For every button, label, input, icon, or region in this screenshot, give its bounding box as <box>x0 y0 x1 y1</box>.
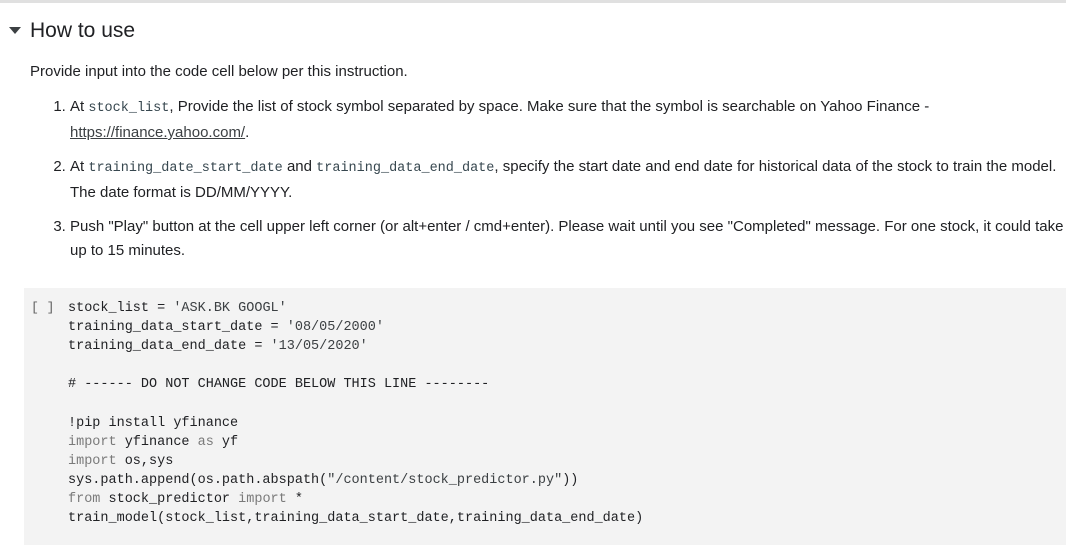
list-item: At stock_list, Provide the list of stock… <box>70 95 1066 145</box>
code-string: '13/05/2020' <box>270 339 368 355</box>
code-string: "/content/stock_predictor.py" <box>327 472 563 488</box>
code-line: * <box>286 491 303 507</box>
code-keyword: as <box>197 434 214 450</box>
code-line: )) <box>562 472 579 488</box>
step3-text: Push "Play" button at the cell upper lef… <box>70 218 1064 259</box>
code-line: yfinance <box>116 434 198 450</box>
inline-code-stock-list: stock_list <box>88 101 170 116</box>
code-keyword: from <box>68 491 101 507</box>
list-item: Push "Play" button at the cell upper lef… <box>70 215 1066 263</box>
caret-down-icon[interactable] <box>6 22 24 40</box>
code-comment: # ------ DO NOT CHANGE CODE BELOW THIS L… <box>68 377 490 393</box>
code-line: sys.path.append(os.path.abspath( <box>68 472 328 488</box>
code-keyword: import <box>68 434 117 450</box>
code-line: os,sys <box>116 453 174 469</box>
code-editor[interactable]: stock_list = 'ASK.BK GOOGL' training_dat… <box>68 299 643 528</box>
step1-text: , Provide the list of stock symbol separ… <box>169 98 930 115</box>
cell-top-divider <box>0 0 1066 3</box>
section-header[interactable]: How to use <box>6 15 135 47</box>
run-cell-button[interactable]: [ ] <box>31 300 54 315</box>
code-cell[interactable]: [ ] stock_list = 'ASK.BK GOOGL' training… <box>24 288 1066 545</box>
inline-code-end-date: training_data_end_date <box>316 161 495 176</box>
code-line: stock_predictor <box>100 491 239 507</box>
inline-code-start-date: training_date_start_date <box>88 161 283 176</box>
code-keyword: import <box>68 453 117 469</box>
code-line: stock_list = <box>68 301 174 316</box>
step2-mid: and <box>282 158 317 175</box>
yahoo-finance-link[interactable]: https://finance.yahoo.com/ <box>70 124 245 141</box>
instruction-list: At stock_list, Provide the list of stock… <box>28 95 1066 273</box>
code-string: 'ASK.BK GOOGL' <box>173 301 287 316</box>
code-line: training_data_start_date = <box>68 320 287 336</box>
code-line: yf <box>213 434 239 450</box>
list-item: At training_date_start_date and training… <box>70 155 1066 205</box>
intro-text: Provide input into the code cell below p… <box>30 63 408 80</box>
code-string: '08/05/2000' <box>286 320 384 336</box>
section-title: How to use <box>30 19 136 42</box>
step1-post: . <box>245 124 250 141</box>
code-line: train_model(stock_list,training_data_sta… <box>68 511 644 527</box>
step1-pre: At <box>70 98 89 115</box>
code-keyword: import <box>238 491 287 507</box>
code-line: training_data_end_date = <box>68 339 271 355</box>
step2-pre: At <box>70 158 89 175</box>
code-line: !pip install yfinance <box>68 415 239 431</box>
